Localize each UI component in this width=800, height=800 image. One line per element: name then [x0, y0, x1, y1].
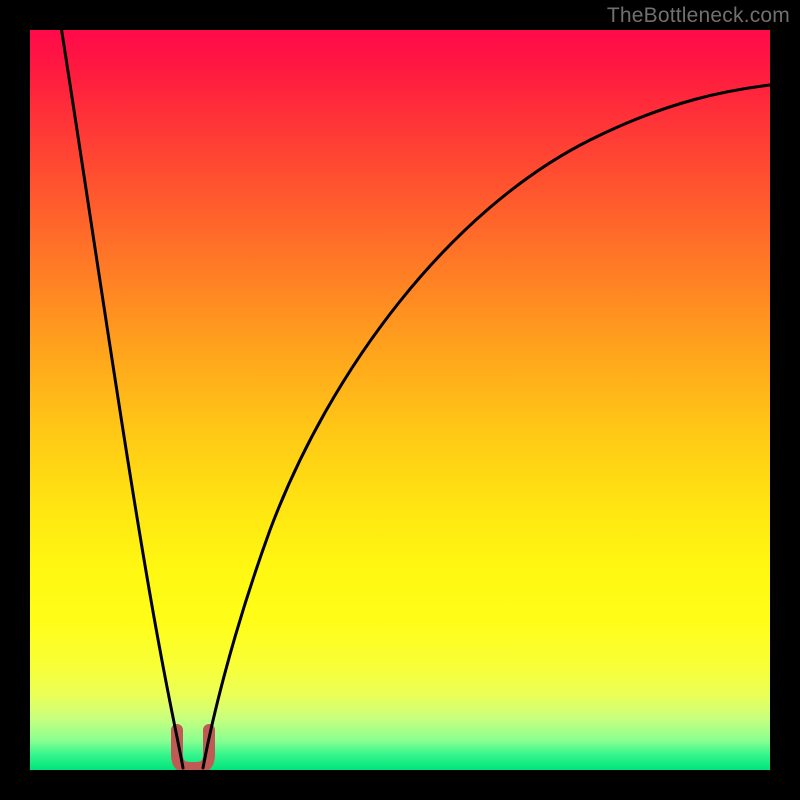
chart-frame: TheBottleneck.com	[0, 0, 800, 800]
attribution-label: TheBottleneck.com	[607, 4, 790, 28]
left-branch-curve	[60, 30, 183, 768]
curves-layer	[30, 30, 770, 770]
right-branch-curve	[203, 85, 770, 768]
plot-area	[30, 30, 770, 770]
